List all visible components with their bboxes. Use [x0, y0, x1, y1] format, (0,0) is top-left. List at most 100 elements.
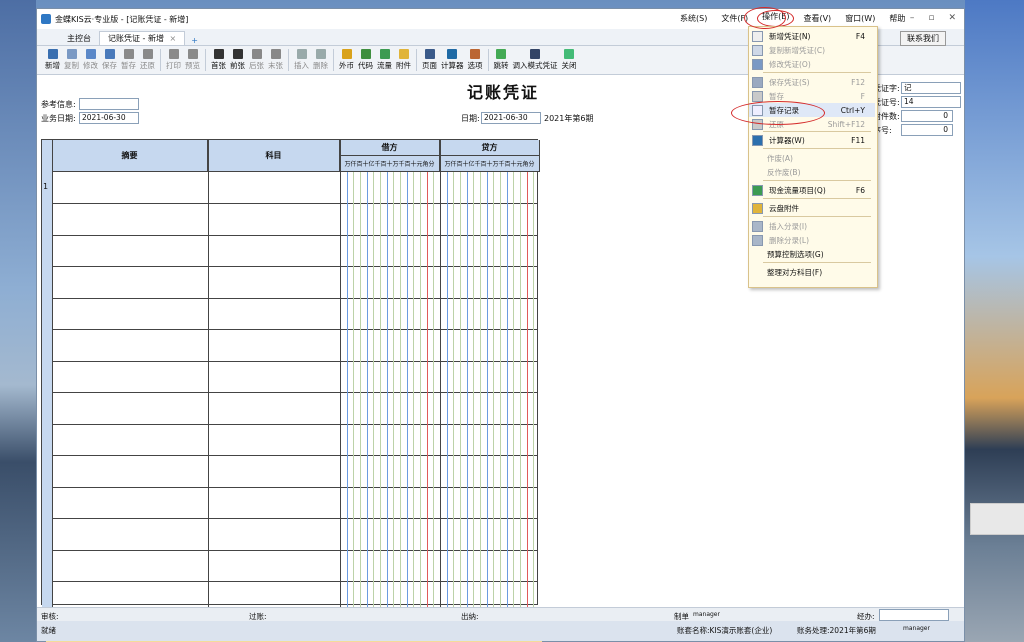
toolbar-button-14[interactable]: 外币	[337, 49, 356, 71]
menu-item-11[interactable]: 云盘附件	[749, 201, 875, 215]
digit-column-line	[420, 172, 422, 636]
toolbar-button-6[interactable]: 打印	[164, 49, 183, 71]
menu-item-1[interactable]: 复制新增凭证(C)	[749, 43, 875, 57]
menu-item-14[interactable]: 预算控制选项(G)	[749, 247, 875, 261]
header-account: 科目	[208, 140, 340, 172]
table-row[interactable]	[52, 204, 537, 236]
menu-item-label: 新增凭证(N)	[769, 31, 811, 41]
table-row[interactable]	[52, 550, 537, 582]
toolbar-button-12[interactable]: 插入	[292, 49, 311, 71]
table-row[interactable]	[52, 361, 537, 393]
voucher-number-input[interactable]: 14	[901, 96, 961, 108]
menu-item-0[interactable]: 新增凭证(N) F4	[749, 29, 875, 43]
toolbar-icon	[142, 49, 153, 59]
toolbar-button-18[interactable]: 页面	[420, 49, 439, 71]
toolbar-button-8[interactable]: 首张	[209, 49, 228, 71]
contact-us-button[interactable]: 联系我们	[900, 31, 946, 46]
menu-system[interactable]: 系统(S)	[679, 13, 708, 24]
toolbar-button-1[interactable]: 复制	[62, 49, 81, 71]
minimize-icon[interactable]: –	[910, 13, 915, 23]
tab-close-icon[interactable]: ×	[170, 34, 177, 43]
toolbar-button-13[interactable]: 删除	[311, 49, 330, 71]
toolbar-button-7[interactable]: 预览	[183, 49, 202, 71]
column-divider	[440, 140, 441, 636]
toolbar-button-4[interactable]: 暂存	[119, 49, 138, 71]
attach-count-input[interactable]: 0	[901, 110, 953, 122]
ref-info-input[interactable]	[79, 98, 139, 110]
toolbar-icon	[213, 49, 224, 59]
window-controls: – ▫ ✕	[910, 13, 956, 23]
date-input[interactable]: 2021-06-30	[481, 112, 541, 124]
digit-column-line	[466, 172, 468, 636]
toolbar-button-17[interactable]: 附件	[394, 49, 413, 71]
menu-item-icon	[752, 76, 763, 88]
toolbar-icon	[47, 49, 58, 59]
menu-view[interactable]: 查看(V)	[802, 13, 832, 24]
menu-help[interactable]: 帮助	[888, 13, 906, 24]
menu-item-7[interactable]: 计算器(W) F11	[749, 133, 875, 147]
menu-item-label: 复制新增凭证(C)	[769, 45, 826, 55]
toolbar-separator	[333, 49, 334, 71]
toolbar-button-5[interactable]: 还原	[138, 49, 157, 71]
table-row[interactable]	[52, 424, 537, 456]
table-row[interactable]	[52, 298, 537, 330]
toolbar-button-9[interactable]: 前张	[228, 49, 247, 71]
handler-input[interactable]	[879, 609, 949, 621]
menu-item-10[interactable]: 现金流量项目(Q) F6	[749, 183, 875, 197]
menu-item-icon	[752, 268, 761, 277]
tab-console[interactable]: 主控台	[59, 32, 99, 45]
toolbar-button-15[interactable]: 代码	[356, 49, 375, 71]
toolbar-button-2[interactable]: 修改	[81, 49, 100, 71]
toolbar-icon	[296, 49, 307, 59]
toolbar-button-10[interactable]: 后张	[247, 49, 266, 71]
menu-item-icon	[752, 44, 763, 56]
menu-item-icon	[752, 134, 763, 146]
table-row[interactable]	[52, 235, 537, 267]
menu-item-13[interactable]: 删除分录(L)	[749, 233, 875, 247]
menu-item-9[interactable]: 反作废(B)	[749, 165, 875, 179]
table-row[interactable]	[52, 172, 537, 204]
biz-date-input[interactable]: 2021-06-30	[79, 112, 139, 124]
close-icon[interactable]: ✕	[948, 13, 956, 23]
tab-voucher-new[interactable]: 记账凭证 - 新增 ×	[99, 31, 186, 45]
toolbar-button-19[interactable]: 计算器	[439, 49, 466, 71]
desktop-background-left	[0, 0, 36, 642]
toolbar-button-0[interactable]: 新增	[43, 49, 62, 71]
toolbar-button-3[interactable]: 保存	[100, 49, 119, 71]
toolbar-button-23[interactable]: 关闭	[560, 49, 579, 71]
toolbar-icon	[66, 49, 77, 59]
menu-item-2[interactable]: 修改凭证(O)	[749, 57, 875, 71]
digit-column-line	[513, 172, 515, 636]
table-row[interactable]	[52, 393, 537, 425]
table-row[interactable]	[52, 456, 537, 488]
menu-separator	[763, 131, 871, 132]
add-tab-icon[interactable]: +	[185, 36, 204, 45]
toolbar-button-11[interactable]: 末张	[266, 49, 285, 71]
voucher-word-select[interactable]: 记	[901, 82, 961, 94]
menu-item-label: 修改凭证(O)	[769, 59, 811, 69]
toolbar-button-22[interactable]: 调入模式凭证	[511, 49, 560, 71]
seq-input[interactable]: 0	[901, 124, 953, 136]
toolbar-button-21[interactable]: 跳转	[492, 49, 511, 71]
menu-window[interactable]: 窗口(W)	[844, 13, 876, 24]
restore-icon[interactable]: ▫	[928, 13, 934, 23]
toolbar-button-16[interactable]: 流量	[375, 49, 394, 71]
menu-item-8[interactable]: 作废(A)	[749, 151, 875, 165]
header-summary: 摘要	[52, 140, 208, 172]
menu-item-12[interactable]: 插入分录(I)	[749, 219, 875, 233]
table-row[interactable]	[52, 519, 537, 551]
menu-separator	[763, 216, 871, 217]
table-row[interactable]	[52, 267, 537, 299]
toolbar-icon	[360, 49, 371, 59]
menu-separator	[763, 180, 871, 181]
highlight-ring-menu	[744, 7, 786, 29]
toolbar-button-20[interactable]: 选项	[466, 49, 485, 71]
toolbar-label: 前张	[230, 61, 245, 70]
table-row[interactable]	[52, 330, 537, 362]
menu-item-label: 现金流量项目(Q)	[769, 185, 826, 195]
table-row[interactable]	[52, 487, 537, 519]
menu-item-15[interactable]: 整理对方科目(F)	[749, 265, 875, 279]
menu-item-3[interactable]: 保存凭证(S) F12	[749, 75, 875, 89]
toolbar-label: 附件	[396, 61, 411, 70]
voucher-footer: 审核: 过账: 出纳: 制单 manager 经办:	[37, 607, 964, 622]
